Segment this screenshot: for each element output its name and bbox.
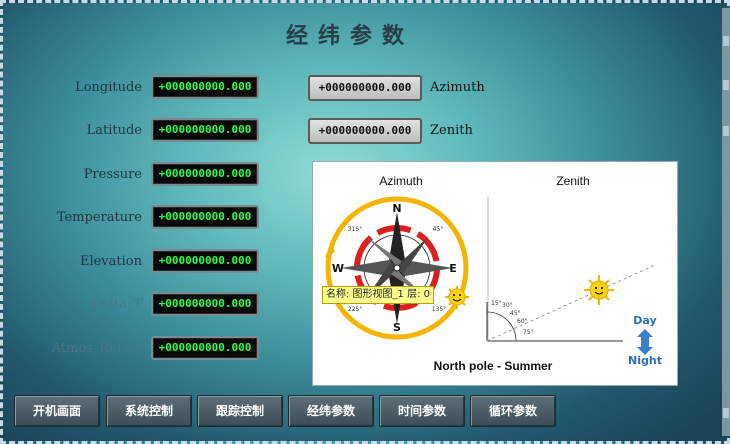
angle-60: 60° xyxy=(517,318,528,325)
tooltip: 名称: 图形视图_1 层: 0 xyxy=(322,286,434,304)
zenith-label: Zenith xyxy=(430,123,473,138)
sun-diagram-panel: Azimuth Zenith N S E W 315° 45° 225° 135… xyxy=(312,161,678,386)
label-elevation: Elevation xyxy=(79,254,142,269)
day-night-arrow-icon[interactable] xyxy=(637,329,653,355)
zenith-value: +000000000.000 xyxy=(308,118,422,144)
page-title: 经纬参数 xyxy=(285,23,414,49)
nav-time-params-button[interactable]: 时间参数 xyxy=(379,395,465,427)
temperature-input[interactable]: +000000000.000 xyxy=(151,205,259,229)
label-pressure: Pressure xyxy=(83,167,142,182)
strip-tick xyxy=(723,36,729,46)
nav-tracking-control-button[interactable]: 跟踪控制 xyxy=(197,395,283,427)
label-delta-t: Delta_T xyxy=(91,297,142,312)
longitude-input[interactable]: +000000000.000 xyxy=(151,75,259,99)
strip-tick xyxy=(723,408,729,418)
delta-t-input[interactable]: +000000000.000 xyxy=(151,292,259,316)
deg-315: 315° xyxy=(348,226,362,233)
pressure-input[interactable]: +000000000.000 xyxy=(151,162,259,186)
angle-30: 30° xyxy=(502,302,513,309)
compass-w: W xyxy=(332,262,344,275)
deg-225: 225° xyxy=(348,306,362,313)
compass-n: N xyxy=(392,202,401,215)
label-latitude: Latitude xyxy=(86,123,142,138)
compass-graphic xyxy=(325,196,469,340)
deg-135: 135° xyxy=(432,306,446,313)
azimuth-label: Azimuth xyxy=(430,80,485,95)
label-longitude: Longitude xyxy=(75,80,142,95)
strip-tick xyxy=(723,126,729,136)
nav-startup-screen-button[interactable]: 开机画面 xyxy=(14,395,100,427)
day-label: Day xyxy=(633,314,656,327)
latitude-input[interactable]: +000000000.000 xyxy=(151,118,259,142)
angle-75: 75° xyxy=(523,329,534,336)
nav-cycle-params-button[interactable]: 循环参数 xyxy=(470,395,556,427)
zenith-title: Zenith xyxy=(556,174,589,188)
deg-45: 45° xyxy=(433,226,444,233)
diagram-caption: North pole - Summer xyxy=(434,359,553,373)
nav-lat-long-params-button[interactable]: 经纬参数 xyxy=(288,395,374,427)
azimuth-value: +000000000.000 xyxy=(308,75,422,101)
atmos-refact-input[interactable]: +000000000.000 xyxy=(151,336,259,360)
label-atmos-refact: Atmos_Refact xyxy=(51,341,142,356)
sun-icon xyxy=(584,275,614,305)
nav-system-control-button[interactable]: 系统控制 xyxy=(106,395,192,427)
azimuth-title: Azimuth xyxy=(379,174,422,188)
angle-45: 45° xyxy=(510,310,521,317)
elevation-input[interactable]: +000000000.000 xyxy=(151,249,259,273)
compass-s: S xyxy=(393,321,401,334)
scroll-strip[interactable] xyxy=(722,8,730,436)
label-temperature: Temperature xyxy=(56,210,142,225)
night-label: Night xyxy=(628,354,662,367)
compass-e: E xyxy=(449,262,457,275)
angle-15: 15° xyxy=(491,300,502,307)
strip-tick xyxy=(723,80,729,90)
